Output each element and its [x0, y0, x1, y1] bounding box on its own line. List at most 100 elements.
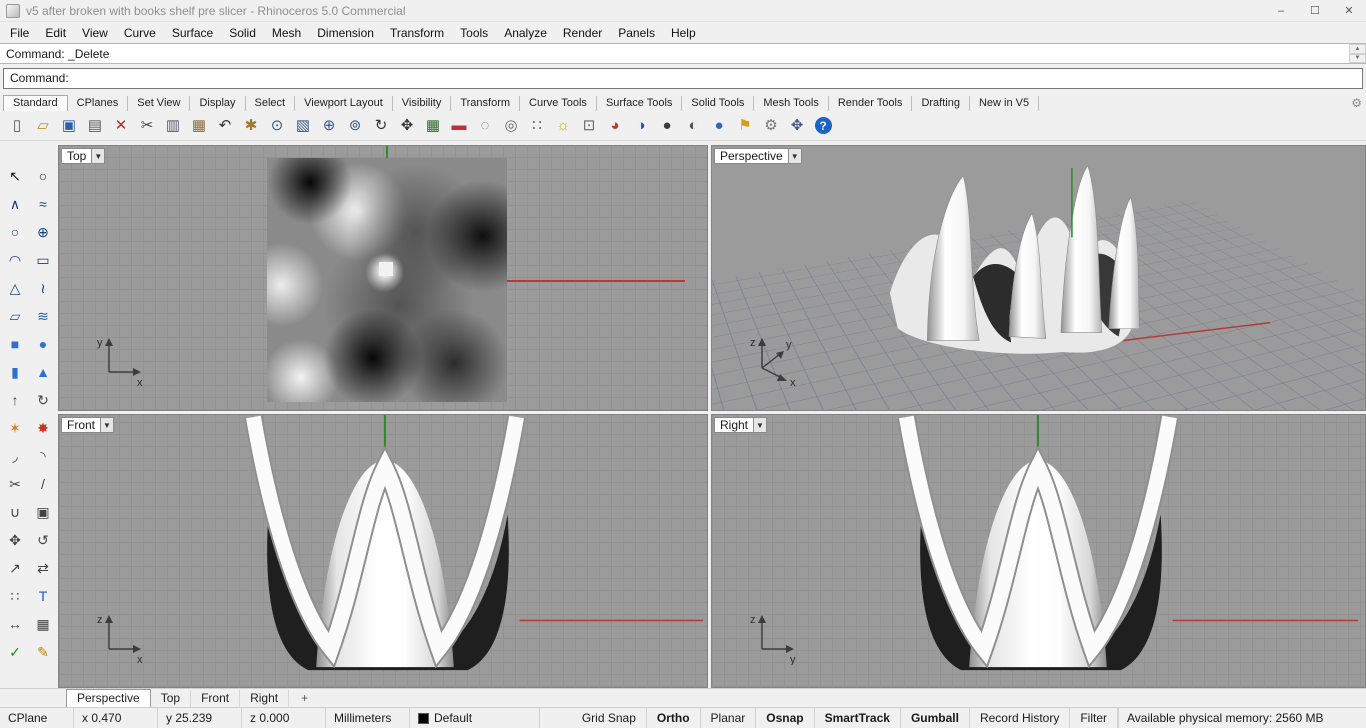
menu-transform[interactable]: Transform	[382, 24, 452, 42]
pan-hand-icon[interactable]: ✱	[238, 113, 264, 139]
viewport-top[interactable]: Top ▼ y x	[58, 145, 708, 411]
scale-icon[interactable]: ↗	[2, 555, 28, 580]
toolbar-tab-new-in-v5[interactable]: New in V5	[970, 96, 1040, 111]
mirror-icon[interactable]: ⇄	[30, 555, 56, 580]
viewport-tab-perspective[interactable]: Perspective	[66, 689, 151, 707]
cylinder-icon[interactable]: ▮	[2, 359, 28, 384]
viewport-tab-front[interactable]: Front	[191, 690, 241, 707]
menu-curve[interactable]: Curve	[116, 24, 164, 42]
toolbar-tab-mesh-tools[interactable]: Mesh Tools	[754, 96, 829, 111]
group-icon[interactable]: ▣	[30, 499, 56, 524]
scroll-down-icon[interactable]: ▼	[1349, 53, 1366, 63]
viewport-right-label[interactable]: Right	[714, 417, 755, 433]
point-icon[interactable]: ○	[30, 163, 56, 188]
viewport-front-label[interactable]: Front	[61, 417, 102, 433]
zoom-extents-icon[interactable]: ⊕	[316, 113, 342, 139]
hide-object-icon[interactable]: ◌	[472, 113, 498, 139]
zoom-selected-icon[interactable]: ⊚	[342, 113, 368, 139]
show-object-icon[interactable]: ◎	[498, 113, 524, 139]
menu-tools[interactable]: Tools	[452, 24, 496, 42]
viewport-tab-top[interactable]: Top	[151, 690, 192, 707]
toolbar-tab-curve-tools[interactable]: Curve Tools	[520, 96, 597, 111]
sphere-icon[interactable]: ●	[30, 331, 56, 356]
dynamic-zoom-icon[interactable]: ⊙	[264, 113, 290, 139]
polygon-icon[interactable]: △	[2, 275, 28, 300]
shaded-display-icon[interactable]: ●	[654, 113, 680, 139]
toggle-gumball[interactable]: Gumball	[901, 708, 970, 728]
cut-icon[interactable]: ✂	[134, 113, 160, 139]
save-icon[interactable]: ▣	[56, 113, 82, 139]
menu-analyze[interactable]: Analyze	[496, 24, 555, 42]
toggle-ortho[interactable]: Ortho	[647, 708, 701, 728]
viewport-right[interactable]: Right ▼ z y	[711, 414, 1366, 688]
gumball-widget-icon[interactable]: ✥	[784, 113, 810, 139]
copy-icon[interactable]: ▥	[160, 113, 186, 139]
toolbar-tab-visibility[interactable]: Visibility	[393, 96, 452, 111]
circle-deformable-icon[interactable]: ⊕	[30, 219, 56, 244]
explode-icon[interactable]: ✸	[30, 415, 56, 440]
menu-mesh[interactable]: Mesh	[264, 24, 309, 42]
scroll-up-icon[interactable]: ▲	[1349, 44, 1366, 54]
lock-icon[interactable]: ⊡	[576, 113, 602, 139]
text-icon[interactable]: T	[30, 583, 56, 608]
toolbar-tab-render-tools[interactable]: Render Tools	[829, 96, 913, 111]
dimension-icon[interactable]: ↔	[2, 611, 28, 636]
toolbar-tab-standard[interactable]: Standard	[3, 95, 68, 111]
blend-icon[interactable]: ◝	[30, 443, 56, 468]
render-icon[interactable]: ◑	[628, 113, 654, 139]
surface-from-curves-icon[interactable]: ▱	[2, 303, 28, 328]
polyline-icon[interactable]: ∧	[2, 191, 28, 216]
new-file-icon[interactable]: ▯	[4, 113, 30, 139]
pan-view-icon[interactable]: ✥	[394, 113, 420, 139]
box-icon[interactable]: ■	[2, 331, 28, 356]
toolbar-tab-display[interactable]: Display	[190, 96, 246, 111]
close-button[interactable]: ✕	[1332, 0, 1366, 21]
undo-icon[interactable]: ↶	[212, 113, 238, 139]
rectangle-icon[interactable]: ▭	[30, 247, 56, 272]
toolbar-tab-drafting[interactable]: Drafting	[912, 96, 970, 111]
four-viewports-icon[interactable]: ▦	[420, 113, 446, 139]
light-icon[interactable]: ☼	[550, 113, 576, 139]
arc-icon[interactable]: ◠	[2, 247, 28, 272]
move-icon[interactable]: ✥	[2, 527, 28, 552]
sketch-icon[interactable]: ✎	[30, 639, 56, 664]
render-preview-icon[interactable]: ◕	[602, 113, 628, 139]
split-icon[interactable]: /	[30, 471, 56, 496]
options-gear-icon[interactable]: ⚙	[758, 113, 784, 139]
new-viewport-tab-button[interactable]: +	[297, 691, 312, 707]
toolbar-tab-transform[interactable]: Transform	[451, 96, 521, 111]
open-file-icon[interactable]: ▱	[30, 113, 56, 139]
circle-icon[interactable]: ○	[2, 219, 28, 244]
select-arrow-icon[interactable]: ↖	[2, 163, 28, 188]
layer-indicator[interactable]: Default	[410, 708, 540, 728]
units-display[interactable]: Millimeters	[326, 708, 410, 728]
toolbar-options-gear-icon[interactable]: ⚙	[1351, 96, 1362, 110]
minimize-button[interactable]: –	[1264, 0, 1298, 21]
viewport-tab-right[interactable]: Right	[240, 690, 290, 707]
cplane-button[interactable]: CPlane	[0, 708, 74, 728]
menu-help[interactable]: Help	[663, 24, 704, 42]
trim-icon[interactable]: ✂	[2, 471, 28, 496]
boolean-union-icon[interactable]: ✶	[2, 415, 28, 440]
menu-dimension[interactable]: Dimension	[309, 24, 382, 42]
viewport-menu-arrow-icon[interactable]: ▼	[92, 148, 106, 164]
toolbar-tab-set-view[interactable]: Set View	[128, 96, 191, 111]
cone-icon[interactable]: ▲	[30, 359, 56, 384]
toggle-osnap[interactable]: Osnap	[756, 708, 815, 728]
command-input[interactable]: Command:	[3, 68, 1363, 89]
viewport-top-label[interactable]: Top	[61, 148, 93, 164]
array-icon[interactable]: ∷	[2, 583, 28, 608]
join-icon[interactable]: ∪	[2, 499, 28, 524]
xray-display-icon[interactable]: ●	[706, 113, 732, 139]
hatch-icon[interactable]: ▦	[30, 611, 56, 636]
help-icon[interactable]: ?	[810, 113, 836, 139]
flag-icon[interactable]: ⚑	[732, 113, 758, 139]
menu-render[interactable]: Render	[555, 24, 610, 42]
freeform-curve-icon[interactable]: ≀	[30, 275, 56, 300]
toolbar-tab-solid-tools[interactable]: Solid Tools	[682, 96, 755, 111]
object-snap-icon[interactable]: ∷	[524, 113, 550, 139]
maximize-button[interactable]: ☐	[1298, 0, 1332, 21]
print-icon[interactable]: ▤	[82, 113, 108, 139]
viewport-menu-arrow-icon[interactable]: ▼	[101, 417, 115, 433]
menu-panels[interactable]: Panels	[610, 24, 663, 42]
